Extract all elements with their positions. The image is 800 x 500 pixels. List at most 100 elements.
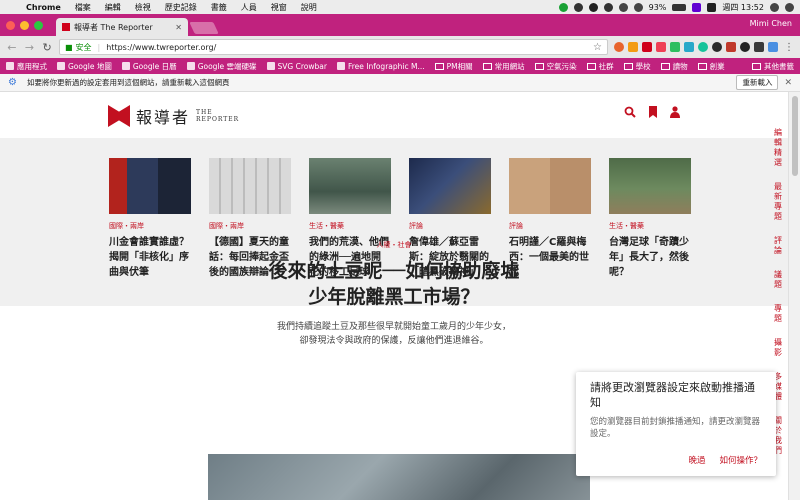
article-thumbnail[interactable]	[609, 158, 691, 214]
bookmark-folder-startup[interactable]: 創業	[697, 61, 725, 72]
tranlate-extension-icon[interactable]	[768, 42, 778, 52]
bookmark-folder-common[interactable]: 常用網站	[482, 61, 525, 72]
folder-icon	[482, 62, 492, 70]
reload-page-button[interactable]: 重新載入	[736, 75, 779, 90]
input-method-icon[interactable]	[707, 2, 717, 12]
bookmark-folder-social[interactable]: 社群	[586, 61, 614, 72]
how-to-button[interactable]: 如何操作？	[719, 454, 762, 466]
url-text[interactable]: https://www.twreporter.org/	[106, 43, 216, 52]
bookmark-label: 常用網站	[494, 61, 525, 71]
dropbox-icon[interactable]	[573, 2, 583, 12]
sidenav-issues[interactable]: 議題	[774, 270, 786, 290]
menu-view[interactable]: 檢視	[135, 2, 151, 13]
menu-window[interactable]: 視窗	[271, 2, 287, 13]
menu-help[interactable]: 說明	[301, 2, 317, 13]
address-bar[interactable]: ■ 安全 | https://www.twreporter.org/ ☆	[58, 39, 608, 55]
honey-extension-icon[interactable]	[614, 42, 624, 52]
sidenav-latest-topics[interactable]: 最新專題	[774, 182, 786, 222]
rss-extension-icon[interactable]	[628, 42, 638, 52]
other-bookmarks[interactable]: 其他書籤	[752, 61, 794, 72]
close-window-icon[interactable]	[6, 21, 15, 30]
bookmark-google-drive[interactable]: Google 雲端硬碟	[186, 61, 257, 72]
notification-center-icon[interactable]	[785, 2, 794, 12]
search-icon[interactable]	[624, 106, 636, 121]
article-thumbnail[interactable]	[309, 158, 391, 214]
forward-arrow-icon[interactable]: →	[24, 41, 36, 54]
sidenav-photography[interactable]: 攝影	[774, 338, 786, 358]
colorpicker-extension-icon[interactable]	[684, 42, 694, 52]
menu-file[interactable]: 檔案	[75, 2, 91, 13]
user-icon[interactable]	[670, 106, 680, 121]
maximize-window-icon[interactable]	[34, 21, 43, 30]
tab-the-reporter[interactable]: 報導者 The Reporter ✕	[56, 18, 188, 36]
ghostery-extension-icon[interactable]	[712, 42, 722, 52]
chrome-menu-icon[interactable]: ⋮	[784, 42, 794, 53]
clock[interactable]: 週四 13:52	[722, 2, 764, 13]
yahoo-icon[interactable]	[692, 2, 702, 12]
article-thumbnail[interactable]	[109, 158, 191, 214]
menu-app-chrome[interactable]: Chrome	[26, 3, 61, 12]
bookmark-apps[interactable]: 應用程式	[6, 61, 47, 72]
wifi-icon[interactable]	[633, 2, 643, 12]
menu-edit[interactable]: 編輯	[105, 2, 121, 13]
hero-image[interactable]	[208, 454, 590, 500]
article-tag[interactable]: 生活・醫藥	[309, 221, 391, 231]
evernote-extension-icon[interactable]	[670, 42, 680, 52]
bookmark-svg-crowbar[interactable]: SVG Crowbar	[266, 62, 327, 71]
bookmark-star-icon[interactable]: ☆	[593, 42, 602, 53]
evernote-icon[interactable]	[603, 2, 613, 12]
article-tag[interactable]: 生活・醫藥	[609, 221, 691, 231]
bookmark-folder-air[interactable]: 空氣污染	[534, 61, 577, 72]
article-thumbnail[interactable]	[209, 158, 291, 214]
article-tag[interactable]: 國際・兩岸	[109, 221, 191, 231]
bookmark-folder-reading[interactable]: 讀物	[660, 61, 688, 72]
sidenav-opinion[interactable]: 評論	[774, 236, 786, 256]
profile-button[interactable]: Mimi Chen	[750, 19, 792, 28]
alien-extension-icon[interactable]	[740, 42, 750, 52]
secure-label[interactable]: 安全	[76, 42, 92, 53]
bookmark-folder-school[interactable]: 學校	[623, 61, 651, 72]
new-tab-button[interactable]	[189, 22, 219, 34]
bookmark-google-maps[interactable]: Google 地圖	[57, 61, 112, 72]
hero-title[interactable]: 後來的土豆呢──如何協助廢墟 少年脫離黑工市場？	[0, 258, 788, 310]
article-thumbnail[interactable]	[509, 158, 591, 214]
scrollbar-thumb[interactable]	[792, 96, 798, 176]
page-scrollbar[interactable]	[788, 92, 800, 500]
article-tag[interactable]: 評論	[509, 221, 591, 231]
menu-history[interactable]: 歷史記錄	[165, 2, 197, 13]
close-tab-icon[interactable]: ✕	[175, 23, 182, 32]
bluetooth-icon[interactable]	[618, 2, 628, 12]
menu-people[interactable]: 人員	[241, 2, 257, 13]
hero-description: 我們持續追蹤土豆及那些很早就開始童工歲月的少年少女， 卻發現法令與政府的保護，反…	[0, 320, 788, 348]
bookmark-folder-pm[interactable]: PM相關	[434, 61, 473, 72]
apple-menu-icon[interactable]	[6, 2, 16, 12]
grammarly-extension-icon[interactable]	[698, 42, 708, 52]
article-thumbnail[interactable]	[409, 158, 491, 214]
screenshot-extension-icon[interactable]	[754, 42, 764, 52]
bookmark-free-infographic[interactable]: Free Infographic M...	[336, 62, 425, 71]
sidenav-topics[interactable]: 專題	[774, 304, 786, 324]
pocket-extension-icon[interactable]	[656, 42, 666, 52]
battery-icon[interactable]	[672, 3, 687, 11]
article-tag[interactable]: 評論	[409, 221, 491, 231]
search-icon[interactable]	[770, 2, 779, 12]
article-tag[interactable]: 國際・兩岸	[209, 221, 291, 231]
hero-tag[interactable]: 人權・社會	[0, 240, 788, 250]
bookmark-icon[interactable]	[648, 106, 658, 121]
close-infobar-icon[interactable]: ✕	[784, 78, 792, 88]
later-button[interactable]: 晚過	[688, 454, 705, 466]
bookmark-google-calendar[interactable]: Google 日曆	[121, 61, 177, 72]
sidenav-editor-picks[interactable]: 編輯精選	[774, 128, 786, 168]
lock-icon[interactable]: ■	[65, 43, 73, 52]
reporter-logo[interactable]: 報導者 THE REPORTER	[108, 104, 239, 128]
hero-title-line1[interactable]: 後來的土豆呢──如何協助廢墟	[269, 260, 520, 282]
minimize-window-icon[interactable]	[20, 21, 29, 30]
reload-icon[interactable]: ↻	[41, 41, 53, 54]
back-arrow-icon[interactable]: ←	[6, 41, 18, 54]
line-icon[interactable]	[558, 2, 568, 12]
adblock-extension-icon[interactable]	[642, 42, 652, 52]
hero-title-line2[interactable]: 少年脫離黑工市場？	[308, 286, 479, 308]
adblocker-extension-icon[interactable]	[726, 42, 736, 52]
menu-bookmarks[interactable]: 書籤	[211, 2, 227, 13]
spotify-icon[interactable]	[588, 2, 598, 12]
